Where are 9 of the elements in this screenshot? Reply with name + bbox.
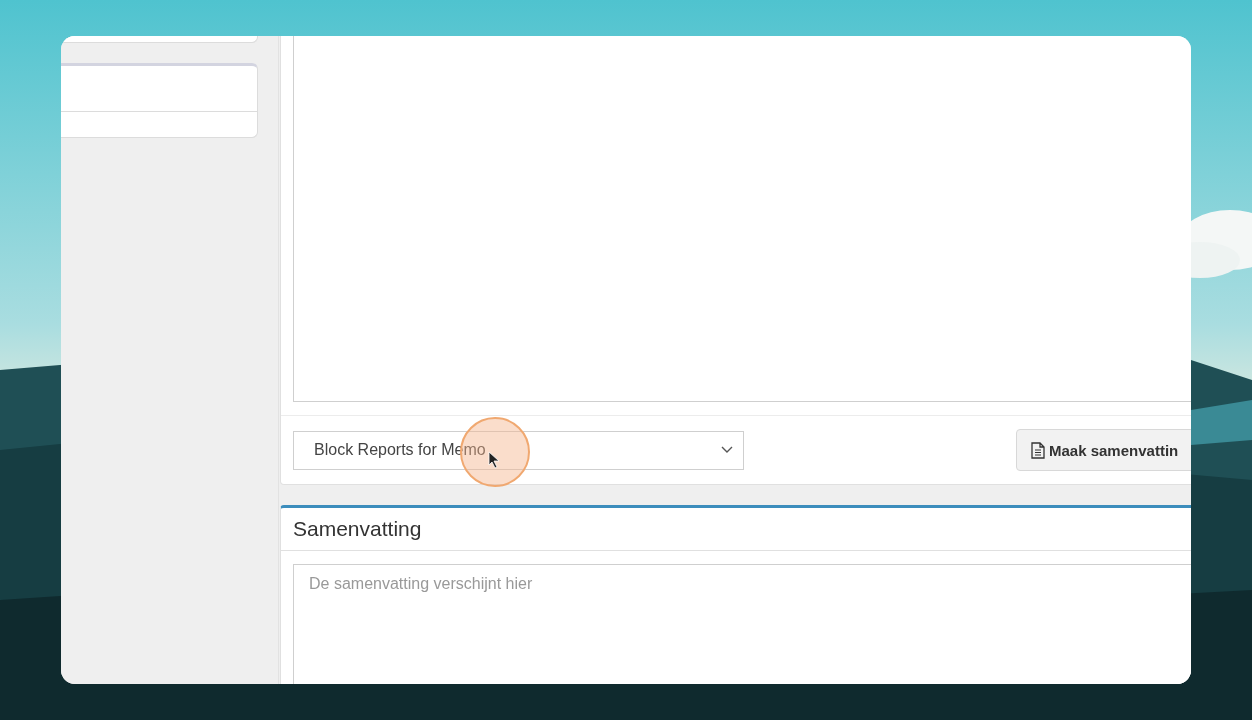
panel-title: Samenvatting [281, 508, 1191, 551]
summarize-button[interactable]: Maak samenvattin [1016, 429, 1191, 471]
chevron-down-icon [721, 446, 733, 454]
document-icon [1031, 441, 1045, 459]
report-dropdown[interactable]: Block Reports for Memo [293, 430, 744, 470]
summary-field[interactable]: De samenvatting verschijnt hier [293, 564, 1191, 684]
text-area[interactable] [293, 36, 1191, 402]
dropdown-value: Block Reports for Memo [314, 441, 486, 459]
cursor-icon [488, 451, 500, 469]
